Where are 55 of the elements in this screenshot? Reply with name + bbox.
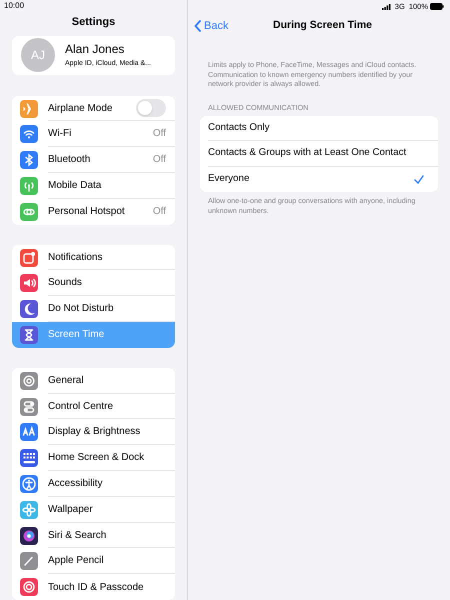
avatar: AJ: [21, 38, 55, 72]
row-label: Touch ID & Passcode: [48, 580, 145, 595]
row-value: Off: [152, 205, 166, 220]
speaker-icon: [20, 274, 38, 292]
row-label: Mobile Data: [48, 178, 102, 193]
pencil-icon: [20, 552, 38, 570]
status-time: 10:00: [4, 1, 24, 11]
row-label: Home Screen & Dock: [48, 451, 146, 466]
row-label: Siri & Search: [48, 528, 108, 542]
row-label: Notifications: [48, 250, 104, 265]
row-label: Do Not Disturb: [48, 302, 115, 316]
option-label: Contacts Only: [208, 120, 271, 135]
signal-icon: [382, 4, 391, 10]
row-label: Control Centre: [48, 400, 114, 414]
row-label: Apple Pencil: [48, 554, 105, 568]
row-label: Personal Hotspot: [48, 205, 126, 220]
row-value: Off: [152, 153, 166, 168]
row-label: Bluetooth: [48, 153, 92, 168]
back-button[interactable]: Back: [194, 18, 228, 34]
wifi-icon: [20, 125, 38, 144]
accessibility-icon: [20, 474, 38, 493]
row-label: General: [48, 374, 85, 388]
row-label: Display & Brightness: [48, 425, 142, 440]
page-title: During Screen Time: [273, 18, 372, 34]
option-row[interactable]: Contacts Only: [208, 116, 438, 142]
app-grid-icon: [20, 449, 38, 468]
bluetooth-icon: [20, 151, 38, 170]
row-label: Wallpaper: [48, 502, 94, 517]
orb-icon: [20, 526, 38, 544]
flower-icon: [20, 500, 38, 519]
gear-icon: [20, 372, 38, 390]
notification-icon: [20, 248, 38, 267]
option-row[interactable]: Everyone: [208, 166, 438, 192]
switches-icon: [20, 398, 38, 416]
option-label: Everyone: [208, 172, 250, 186]
hourglass-icon: [20, 326, 38, 344]
checkmark-icon: [414, 174, 424, 184]
fingerprint-icon: [20, 578, 38, 596]
profile-name: Alan Jones: [65, 42, 126, 56]
sidebar-title: Settings: [72, 15, 116, 30]
row-label: Airplane Mode: [48, 102, 114, 116]
chain-icon: [20, 202, 38, 221]
row-label: Accessibility: [48, 476, 104, 491]
row-label: Sounds: [48, 276, 83, 290]
antenna-icon: [20, 176, 38, 195]
chevron-icon: [194, 20, 201, 32]
moon-icon: [20, 300, 38, 318]
row-label: Wi-Fi: [48, 127, 72, 142]
option-label: Contacts & Groups with at Least One Contact: [208, 146, 408, 160]
battery-icon: [430, 3, 444, 10]
letters-icon: [20, 423, 38, 442]
row-value: Off: [152, 127, 166, 142]
row-label: Screen Time: [48, 328, 106, 342]
option-row[interactable]: Contacts & Groups with at Least One Contact: [208, 141, 438, 167]
toggle-switch[interactable]: [136, 99, 166, 118]
